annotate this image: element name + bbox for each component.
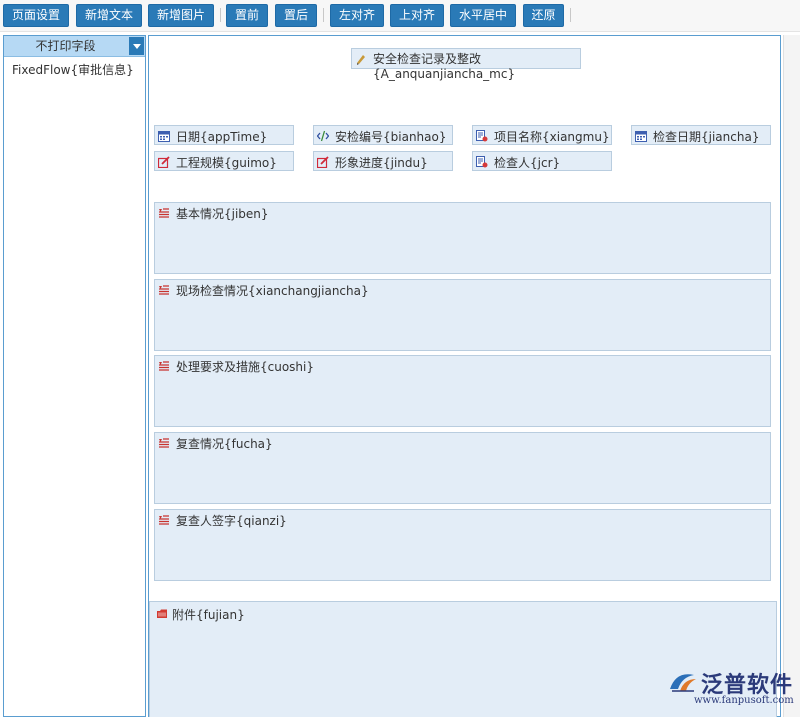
recheck-textarea[interactable]: 复查情况{fucha}	[154, 432, 771, 504]
field-label: 检查日期{jiancha}	[653, 128, 759, 145]
brand-logo-icon	[668, 669, 698, 693]
field-label: 形象进度{jindu}	[335, 154, 428, 171]
field-label: 附件{fujian}	[172, 606, 245, 623]
field-list-item[interactable]: FixedFlow{审批信息}	[4, 57, 145, 78]
field-label: 检查人{jcr}	[494, 154, 560, 171]
field-label: 项目名称{xiangmu}	[494, 128, 610, 145]
field-list-header[interactable]: 不打印字段	[4, 36, 145, 57]
field-list-panel: 不打印字段 FixedFlow{审批信息}	[3, 35, 146, 717]
toolbar-separator	[323, 8, 324, 22]
restore-button[interactable]: 还原	[523, 4, 564, 27]
bring-front-button[interactable]: 置前	[226, 4, 268, 27]
measures-textarea[interactable]: 处理要求及措施{cuoshi}	[154, 355, 771, 427]
lookup-icon	[476, 130, 488, 142]
signature-textarea[interactable]: 复查人签字{qianzi}	[154, 509, 771, 581]
progress-field[interactable]: 形象进度{jindu}	[313, 151, 453, 171]
lookup-icon	[476, 156, 488, 168]
edit-icon	[317, 156, 329, 168]
toolbar-separator	[220, 8, 221, 22]
field-label: 现场检查情况{xianchangjiancha}	[176, 282, 369, 299]
textarea-icon	[158, 514, 170, 526]
center-horizontal-button[interactable]: 水平居中	[450, 4, 516, 27]
brand-url: www.fanpusoft.com	[694, 695, 794, 706]
calendar-icon	[158, 130, 170, 142]
inspection-number-field[interactable]: 安检编号{bianhao}	[313, 125, 453, 145]
pencil-icon	[355, 53, 367, 65]
title-field[interactable]: 安全检查记录及整改 {A_anquanjiancha_mc}	[351, 48, 581, 69]
site-inspection-textarea[interactable]: 现场检查情况{xianchangjiancha}	[154, 279, 771, 351]
field-label: 日期{appTime}	[176, 128, 267, 145]
add-text-button[interactable]: 新增文本	[76, 4, 142, 27]
watermark: 泛普软件 www.fanpusoft.com	[668, 667, 794, 711]
add-image-button[interactable]: 新增图片	[148, 4, 214, 27]
toolbar-separator	[570, 8, 571, 22]
field-label: 基本情况{jiben}	[176, 205, 269, 222]
align-top-button[interactable]: 上对齐	[390, 4, 444, 27]
textarea-icon	[158, 207, 170, 219]
send-back-button[interactable]: 置后	[275, 4, 317, 27]
field-label: 安检编号{bianhao}	[335, 128, 446, 145]
textarea-icon	[158, 437, 170, 449]
field-list-title: 不打印字段	[4, 36, 145, 56]
inspector-field[interactable]: 检查人{jcr}	[472, 151, 612, 171]
project-name-field[interactable]: 项目名称{xiangmu}	[472, 125, 612, 145]
field-label: 复查人签字{qianzi}	[176, 512, 287, 529]
title-field-label: 安全检查记录及整改 {A_anquanjiancha_mc}	[373, 52, 515, 82]
textarea-icon	[158, 360, 170, 372]
date-field[interactable]: 日期{appTime}	[154, 125, 294, 145]
page-setup-button[interactable]: 页面设置	[3, 4, 69, 27]
toolbar: 页面设置 新增文本 新增图片 置前 置后 左对齐 上对齐 水平居中 还原	[0, 0, 800, 32]
project-scale-field[interactable]: 工程规模{guimo}	[154, 151, 294, 171]
field-label: 工程规模{guimo}	[176, 154, 277, 171]
code-icon	[317, 130, 329, 142]
align-left-button[interactable]: 左对齐	[330, 4, 384, 27]
basic-info-textarea[interactable]: 基本情况{jiben}	[154, 202, 771, 274]
design-canvas[interactable]: 安全检查记录及整改 {A_anquanjiancha_mc} 日期{appTim…	[148, 35, 781, 717]
attachment-icon	[156, 607, 168, 619]
inspection-date-field[interactable]: 检查日期{jiancha}	[631, 125, 771, 145]
textarea-icon	[158, 284, 170, 296]
calendar-icon	[635, 130, 647, 142]
field-label: 复查情况{fucha}	[176, 435, 273, 452]
chevron-down-icon[interactable]	[129, 37, 144, 55]
vertical-scrollbar[interactable]	[783, 35, 800, 717]
field-label: 处理要求及措施{cuoshi}	[176, 358, 314, 375]
edit-icon	[158, 156, 170, 168]
